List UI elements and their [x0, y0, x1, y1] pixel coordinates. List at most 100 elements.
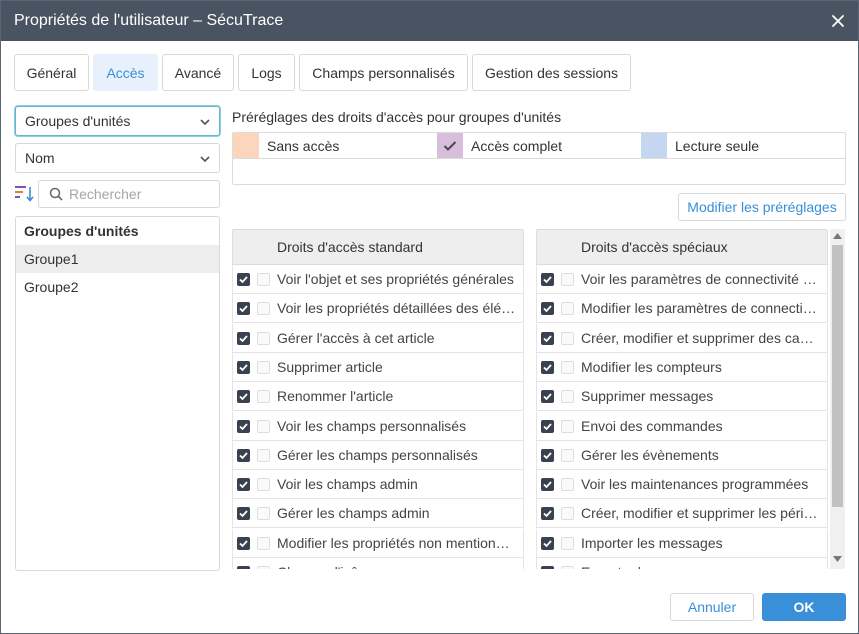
checkbox-checked[interactable]: [237, 302, 250, 316]
checkbox-checked[interactable]: [541, 478, 554, 492]
right-label: Modifier les paramètres de connectivité: [581, 300, 821, 317]
checkbox-checked[interactable]: [237, 566, 250, 569]
checkbox-unchecked[interactable]: [257, 566, 270, 569]
right-label: Modifier les compteurs: [581, 358, 722, 375]
right-label: Exporter les messages: [581, 564, 821, 569]
check-icon: [443, 140, 457, 151]
checkbox-unchecked[interactable]: [561, 390, 574, 404]
checkbox-unchecked[interactable]: [561, 507, 574, 521]
right-label: Importer les messages: [581, 534, 723, 551]
ok-button[interactable]: OK: [762, 593, 846, 621]
list-item[interactable]: Groupe2: [16, 273, 219, 301]
checkbox-unchecked[interactable]: [257, 390, 270, 404]
special-rights-title: Droits d'accès spéciaux: [581, 239, 728, 255]
right-label: Voir les maintenances programmées: [581, 476, 809, 493]
standard-right-row: Voir les champs admin: [232, 470, 524, 500]
rights-scrollbar[interactable]: [830, 229, 845, 569]
checkbox-checked[interactable]: [541, 448, 554, 462]
checkbox-checked[interactable]: [237, 419, 250, 433]
checkbox-checked[interactable]: [541, 390, 554, 404]
object-type-select[interactable]: Groupes d'unités: [15, 106, 220, 136]
standard-rights-panel: Droits d'accès standard Voir l'objet et …: [232, 229, 524, 569]
checkbox-unchecked[interactable]: [257, 478, 270, 492]
checkbox-unchecked[interactable]: [257, 448, 270, 462]
sort-select[interactable]: Nom: [15, 143, 220, 173]
checkbox-unchecked[interactable]: [257, 302, 270, 316]
checkbox-unchecked[interactable]: [561, 331, 574, 345]
right-label: Créer, modifier et supprimer les période…: [581, 505, 821, 522]
close-icon[interactable]: [828, 11, 848, 31]
search-input[interactable]: [69, 184, 214, 204]
chevron-down-icon: [200, 156, 210, 163]
standard-right-row: Modifier les propriétés non mentionnées: [232, 528, 524, 558]
tab-session-management[interactable]: Gestion des sessions: [472, 54, 631, 91]
standard-rights-header: Droits d'accès standard: [232, 229, 524, 265]
checkbox-checked[interactable]: [237, 360, 250, 374]
checkbox-checked[interactable]: [541, 536, 554, 550]
scrollbar-thumb[interactable]: [832, 245, 843, 507]
checkbox-checked[interactable]: [237, 390, 250, 404]
right-label: Gérer les champs admin: [277, 505, 430, 522]
checkbox-unchecked[interactable]: [561, 478, 574, 492]
sort-order-icon[interactable]: [15, 184, 35, 204]
tab-custom-fields[interactable]: Champs personnalisés: [299, 54, 468, 91]
scroll-down-icon[interactable]: [833, 556, 842, 562]
tab-advanced[interactable]: Avancé: [162, 54, 234, 91]
tab-general[interactable]: Général: [14, 54, 89, 91]
preset-label: Sans accès: [267, 138, 340, 154]
checkbox-checked[interactable]: [541, 419, 554, 433]
checkbox-checked[interactable]: [237, 507, 250, 521]
tab-access[interactable]: Accès: [93, 54, 158, 91]
right-label: Gérer les évènements: [581, 446, 719, 463]
checkbox-checked[interactable]: [541, 273, 554, 286]
checkbox-unchecked[interactable]: [257, 536, 270, 550]
standard-right-row: Voir l'objet et ses propriétés générales: [232, 265, 524, 294]
checkbox-unchecked[interactable]: [257, 273, 270, 286]
checkbox-unchecked[interactable]: [257, 419, 270, 433]
right-label: Supprimer messages: [581, 388, 714, 405]
tab-logs[interactable]: Logs: [238, 54, 295, 91]
checkbox-unchecked[interactable]: [257, 360, 270, 374]
checkbox-unchecked[interactable]: [561, 360, 574, 374]
checkbox-checked[interactable]: [237, 273, 250, 286]
preset-full-access[interactable]: Accès complet: [437, 133, 640, 158]
presets-label: Préréglages des droits d'accès pour grou…: [232, 109, 562, 125]
title-bar: Propriétés de l'utilisateur – SécuTrace: [1, 1, 858, 41]
checkbox-unchecked[interactable]: [561, 536, 574, 550]
checkbox-unchecked[interactable]: [257, 331, 270, 345]
preset-read-only[interactable]: Lecture seule: [641, 133, 845, 158]
window-title: Propriétés de l'utilisateur – SécuTrace: [14, 12, 284, 29]
special-rights-header: Droits d'accès spéciaux: [536, 229, 828, 265]
checkbox-checked[interactable]: [541, 507, 554, 521]
preset-no-access[interactable]: Sans accès: [233, 133, 436, 158]
checkbox-checked[interactable]: [237, 331, 250, 345]
edit-presets-button[interactable]: Modifier les préréglages: [678, 193, 846, 221]
special-right-row: Modifier les compteurs: [536, 352, 828, 382]
checkbox-checked[interactable]: [541, 331, 554, 345]
standard-right-row: Gérer les champs admin: [232, 499, 524, 529]
checkbox-unchecked[interactable]: [257, 507, 270, 521]
right-label: Voir les champs admin: [277, 476, 418, 493]
scroll-up-icon[interactable]: [833, 233, 842, 239]
checkbox-checked[interactable]: [237, 536, 250, 550]
standard-rights-title: Droits d'accès standard: [277, 239, 423, 255]
checkbox-unchecked[interactable]: [561, 302, 574, 316]
cancel-button[interactable]: Annuler: [670, 593, 754, 621]
sort-value: Nom: [25, 150, 55, 166]
checkbox-checked[interactable]: [237, 448, 250, 462]
presets-box: Sans accès Accès complet Lecture seule: [232, 132, 846, 185]
list-item[interactable]: Groupe1: [16, 245, 219, 273]
checkbox-unchecked[interactable]: [561, 448, 574, 462]
list-header: Groupes d'unités: [24, 223, 139, 239]
special-right-row: Modifier les paramètres de connectivité: [536, 294, 828, 324]
checkbox-checked[interactable]: [541, 360, 554, 374]
checkbox-unchecked[interactable]: [561, 273, 574, 286]
right-label: Changer l'icône: [277, 564, 517, 569]
special-right-row: Envoi des commandes: [536, 411, 828, 441]
checkbox-checked[interactable]: [541, 302, 554, 316]
checkbox-checked[interactable]: [541, 566, 554, 569]
checkbox-unchecked[interactable]: [561, 419, 574, 433]
checkbox-checked[interactable]: [237, 478, 250, 492]
standard-right-row: Voir les champs personnalisés: [232, 411, 524, 441]
checkbox-unchecked[interactable]: [561, 566, 574, 569]
